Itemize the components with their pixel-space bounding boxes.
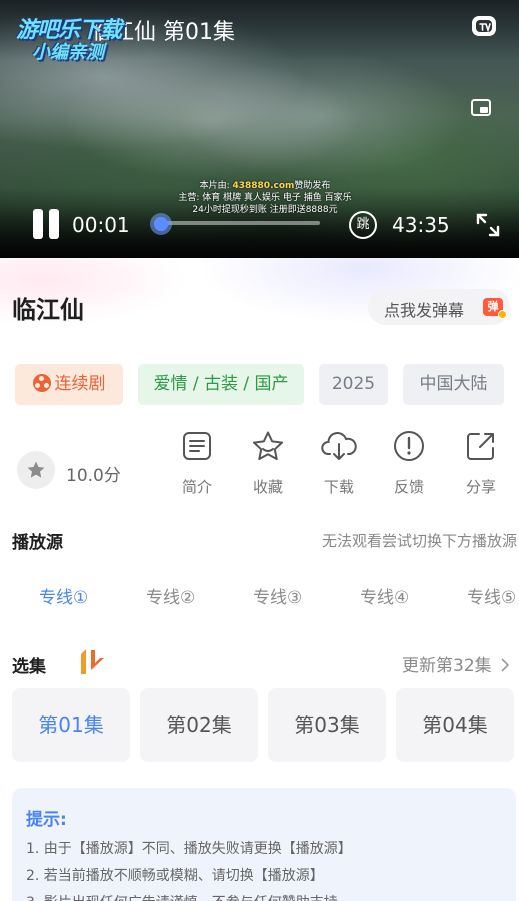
action-favorite-label: 收藏	[252, 478, 283, 496]
share-icon	[467, 433, 494, 460]
danmaku-icon-dot	[498, 310, 507, 319]
tag-type[interactable]: 连续剧	[15, 364, 123, 405]
tag-region[interactable]: 中国大陆	[403, 364, 504, 405]
fullscreen-icon[interactable]	[473, 210, 503, 240]
action-intro-label: 简介	[181, 478, 212, 496]
pause-bar-left	[33, 209, 43, 239]
episode-item-1[interactable]: 第01集	[12, 688, 130, 762]
episode-update-label: 更新第32集	[402, 656, 492, 676]
action-feedback-label: 反馈	[393, 478, 424, 496]
danmaku-icon-text: 弹	[487, 300, 499, 313]
source-line-2[interactable]: 专线②	[146, 583, 195, 608]
episode-update-link[interactable]: 更新第32集	[402, 651, 510, 676]
source-line-4[interactable]: 专线④	[360, 583, 409, 608]
tag-type-label: 连续剧	[54, 374, 106, 394]
rating-star-icon	[17, 451, 55, 489]
action-download[interactable]: 下载	[309, 430, 369, 502]
danmaku-button-label: 点我发弹幕	[384, 301, 465, 320]
show-title: 临江仙	[12, 296, 84, 324]
document-icon	[183, 432, 211, 460]
progress-track[interactable]	[160, 221, 320, 225]
cloud-download-icon	[321, 431, 357, 460]
source-hint: 无法观看尝试切换下方播放源	[322, 532, 518, 550]
pause-bar-right	[49, 209, 59, 239]
action-feedback[interactable]: 反馈	[379, 430, 439, 502]
source-line-5[interactable]: 专线⑤	[467, 583, 516, 608]
current-time: 00:01	[72, 213, 130, 237]
tips-line-3: 3. 影片出现任何广告请谨慎，不参与任何赞助支持	[26, 892, 338, 901]
skip-intro-button[interactable]: 跳	[349, 211, 377, 239]
tips-title: 提示:	[26, 810, 67, 830]
star-icon	[253, 431, 283, 460]
watermark-logo: 游吧乐下载 小编亲测	[8, 12, 148, 64]
sort-order-icon[interactable]	[76, 648, 106, 676]
danmaku-icon: 弹	[483, 298, 507, 319]
ad-line-3: 24小时提现秒到账 注册即送8888元	[192, 205, 338, 215]
ad-line-1: 本片由: 438880.com赞助发布	[150, 180, 380, 192]
send-danmaku-button[interactable]: 点我发弹幕 弹	[368, 289, 510, 325]
action-intro[interactable]: 简介	[167, 430, 227, 502]
tips-line-1: 1. 由于【播放源】不同、播放失败请更换【播放源】	[26, 841, 352, 857]
total-time: 43:35	[392, 213, 450, 237]
ad-line-1-highlight: 438880.com	[232, 181, 295, 191]
pause-icon[interactable]	[32, 209, 60, 239]
film-reel-icon	[32, 374, 51, 392]
picture-in-picture-icon[interactable]	[470, 97, 492, 119]
ad-line-1-prefix: 本片由:	[199, 181, 233, 191]
action-share[interactable]: 分享	[451, 430, 511, 502]
tips-line-2: 2. 若当前播放不顺畅或模糊、请切换【播放源】	[26, 868, 324, 884]
action-share-label: 分享	[465, 478, 496, 496]
tv-icon[interactable]	[470, 12, 498, 40]
episodes-section-title: 选集	[12, 657, 46, 677]
action-download-label: 下载	[323, 478, 354, 496]
episode-item-4[interactable]: 第04集	[396, 688, 514, 762]
ad-line-1-suffix: 赞助发布	[294, 181, 331, 191]
tag-year[interactable]: 2025	[319, 364, 388, 405]
sponsor-ad-text: 本片由: 438880.com赞助发布 主营: 体育 棋牌 真人娱乐 电子 捕鱼…	[150, 180, 380, 216]
source-line-1[interactable]: 专线①	[39, 583, 88, 608]
source-section-title: 播放源	[12, 533, 63, 553]
watermark-line-2: 小编亲测	[32, 42, 104, 63]
alert-icon	[394, 431, 424, 461]
video-frame-mist	[60, 60, 360, 180]
episode-item-2[interactable]: 第02集	[140, 688, 258, 762]
tips-panel: 提示: 1. 由于【播放源】不同、播放失败请更换【播放源】 2. 若当前播放不顺…	[12, 788, 516, 901]
source-line-3[interactable]: 专线③	[253, 583, 302, 608]
tag-genre[interactable]: 爱情 / 古装 / 国产	[138, 364, 304, 405]
rating-score: 10.0分	[66, 466, 121, 486]
episode-item-3[interactable]: 第03集	[268, 688, 386, 762]
progress-thumb[interactable]	[150, 213, 172, 235]
chevron-right-icon	[501, 658, 510, 672]
video-player[interactable]: 临江仙 第01集 游吧乐下载 小编亲测 本片由: 438880.com赞助发布 …	[0, 0, 519, 258]
ad-line-2: 主营: 体育 棋牌 真人娱乐 电子 捕鱼 百家乐	[178, 193, 352, 203]
action-favorite[interactable]: 收藏	[238, 430, 298, 502]
